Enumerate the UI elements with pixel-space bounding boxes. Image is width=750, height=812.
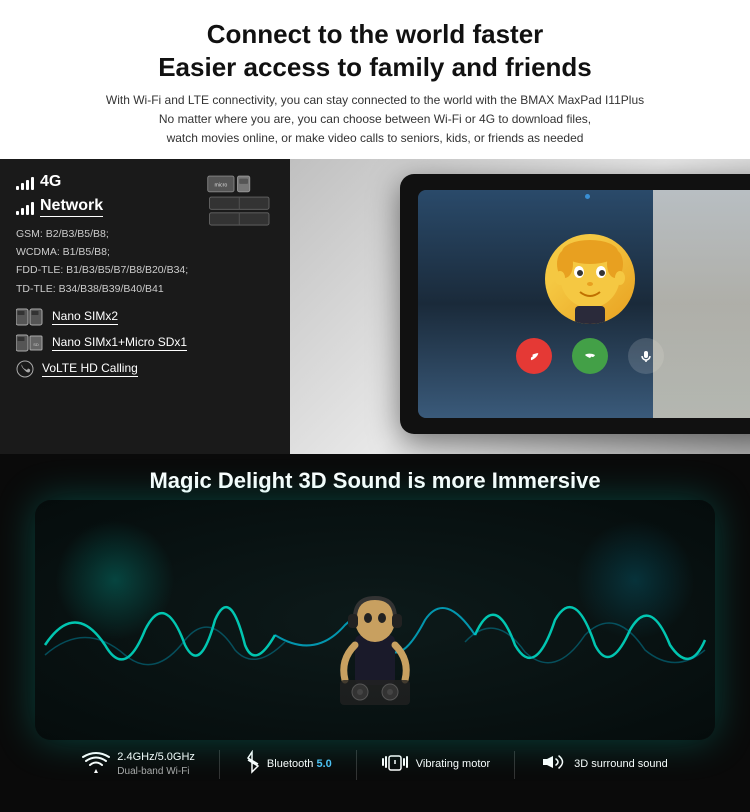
network-type-label: 4G (40, 173, 61, 191)
decline-button[interactable] (516, 338, 552, 374)
sound-label: 3D surround sound (574, 757, 668, 772)
network-info-panel: micro 4G Network (0, 159, 290, 454)
bottom-features-row: 2.4GHz/5.0GHz Dual-band Wi-Fi Bluetooth … (0, 740, 750, 780)
vibrate-feature: Vibrating motor (357, 751, 515, 779)
tablet-video-call-panel (290, 159, 750, 454)
accept-button[interactable] (572, 338, 608, 374)
svg-text:micro: micro (214, 182, 227, 188)
sound-feature: 3D surround sound (515, 751, 692, 779)
bluetooth-icon (244, 750, 260, 780)
svg-text:SD: SD (33, 342, 39, 347)
vibrate-label: Vibrating motor (416, 757, 490, 772)
camera-indicator (585, 194, 590, 199)
sound-text: 3D surround sound (574, 757, 668, 772)
sound-screen (35, 500, 715, 740)
network-label: Network (40, 197, 103, 217)
signal-bars-icon-2 (16, 199, 34, 215)
video-call-display (418, 190, 750, 418)
sound-tablet (35, 500, 715, 740)
vibrate-icon (381, 751, 409, 779)
sound-section-title: Magic Delight 3D Sound is more Immersive (0, 454, 750, 500)
room-background (653, 190, 750, 418)
nano-sim2-label: Nano SIMx2 (52, 309, 118, 325)
bluetooth-label: Bluetooth 5.0 (267, 757, 332, 772)
td-bands: TD-TLE: B34/B38/B39/B40/B41 (16, 280, 274, 298)
dj-figure (335, 590, 415, 710)
wifi-icon (82, 751, 110, 779)
fdd-bands: FDD-TLE: B1/B3/B5/B7/B8/B20/B34; (16, 261, 274, 279)
header-section: Connect to the world faster Easier acces… (0, 0, 750, 159)
feature-nano-sim1-sd: SD Nano SIMx1+Micro SDx1 (16, 334, 274, 352)
volte-label: VoLTE HD Calling (42, 361, 138, 377)
feature-nano-sim2: Nano SIMx2 (16, 308, 274, 326)
sim-card-area: micro (206, 173, 276, 228)
wifi-type: Dual-band Wi-Fi (117, 765, 195, 779)
call-buttons (516, 338, 664, 374)
vibrate-text: Vibrating motor (416, 757, 490, 772)
caller-avatar (545, 234, 635, 324)
wifi-text: 2.4GHz/5.0GHz Dual-band Wi-Fi (117, 750, 195, 779)
page-title: Connect to the world faster Easier acces… (30, 18, 720, 83)
tablet-frame (400, 174, 750, 434)
bottom-sound-section: Magic Delight 3D Sound is more Immersive (0, 454, 750, 812)
wifi-feature: 2.4GHz/5.0GHz Dual-band Wi-Fi (58, 750, 220, 779)
sim-card-graphic: micro (206, 173, 276, 228)
wcdma-bands: WCDMA: B1/B5/B8; (16, 243, 274, 261)
middle-row: micro 4G Network (0, 159, 750, 454)
feature-volte: VoLTE HD Calling (16, 360, 274, 378)
network-details: GSM: B2/B3/B5/B8; WCDMA: B1/B5/B8; FDD-T… (16, 225, 274, 299)
volte-phone-icon (16, 360, 34, 378)
bluetooth-feature: Bluetooth 5.0 (220, 750, 357, 780)
signal-bars-icon (16, 174, 34, 190)
sim1-sd-icon: SD (16, 334, 44, 352)
wifi-speed: 2.4GHz/5.0GHz (117, 750, 195, 765)
sound-icon (539, 751, 567, 779)
tablet-screen (418, 190, 750, 418)
nano-sim1-sd-label: Nano SIMx1+Micro SDx1 (52, 335, 187, 351)
bluetooth-text: Bluetooth 5.0 (267, 757, 332, 772)
sim2-icon (16, 308, 44, 326)
page-subtitle: With Wi-Fi and LTE connectivity, you can… (30, 91, 720, 149)
tablet-background (290, 159, 750, 454)
